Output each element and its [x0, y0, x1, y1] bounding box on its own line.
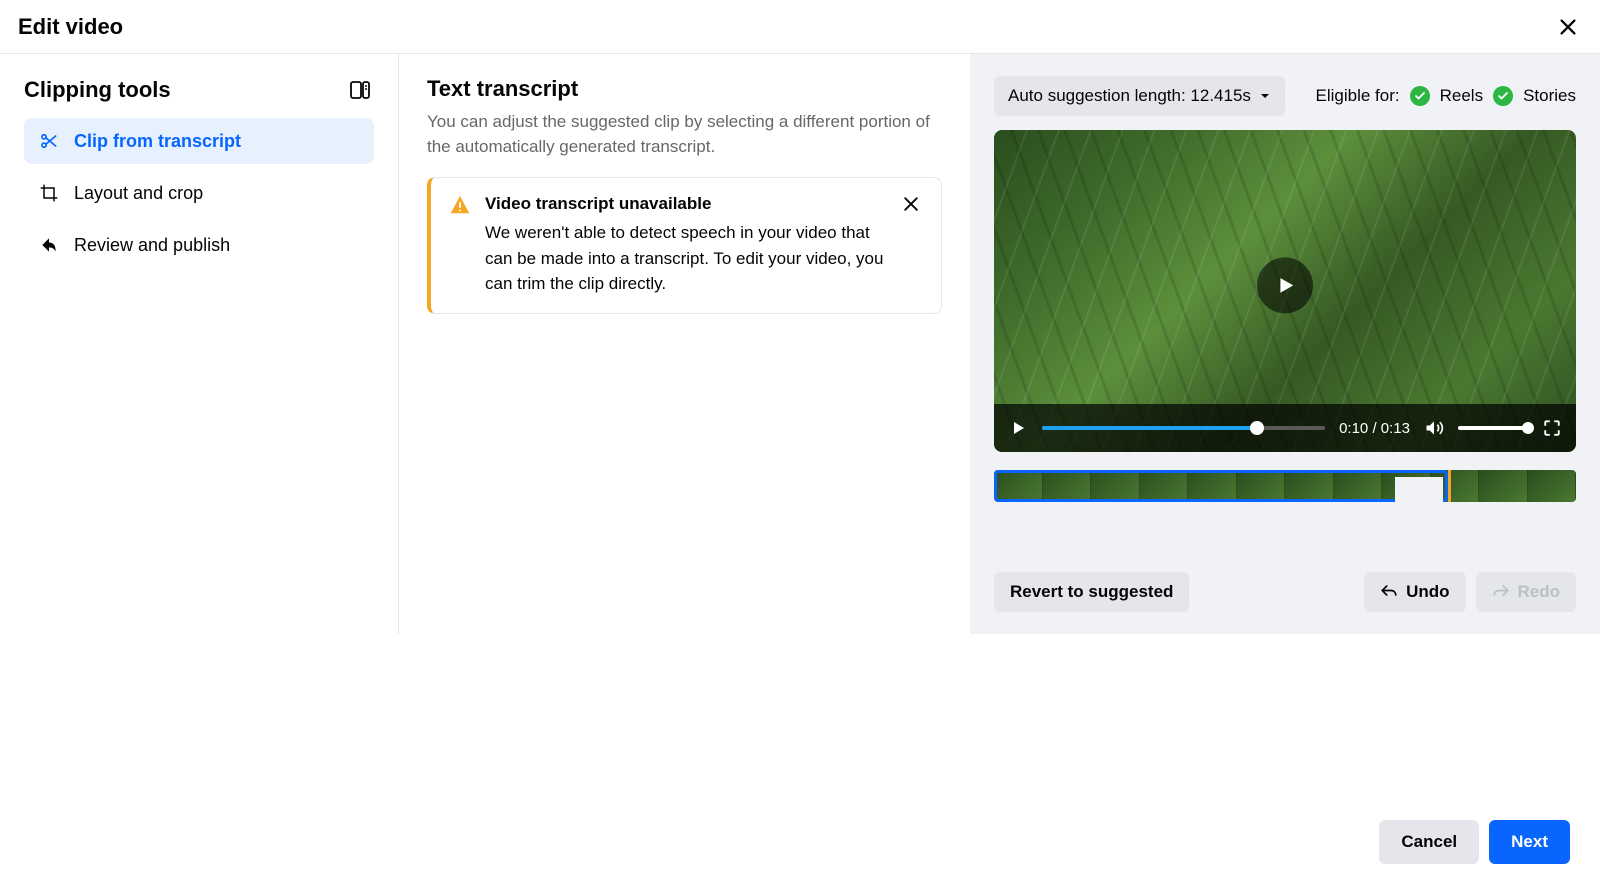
volume-button[interactable]: [1424, 418, 1444, 438]
sidebar-title: Clipping tools: [24, 77, 171, 103]
close-button[interactable]: [1554, 13, 1582, 41]
alert-body: Video transcript unavailable We weren't …: [485, 194, 887, 297]
video-controls: 0:10 / 0:13: [994, 404, 1576, 452]
sidebar-item-label: Layout and crop: [74, 183, 203, 204]
share-icon: [38, 234, 60, 256]
transcript-title: Text transcript: [427, 76, 942, 102]
transcript-subtitle: You can adjust the suggested clip by sel…: [427, 110, 942, 159]
redo-button[interactable]: Redo: [1476, 572, 1577, 612]
sidebar-item-label: Review and publish: [74, 235, 230, 256]
alert-text: We weren't able to detect speech in your…: [485, 220, 887, 297]
scissors-icon: [38, 130, 60, 152]
check-icon: [1410, 86, 1430, 106]
sidebar-item-label: Clip from transcript: [74, 131, 241, 152]
progress-fill: [1042, 426, 1257, 430]
progress-thumb[interactable]: [1250, 421, 1264, 435]
suggestion-length-dropdown[interactable]: Auto suggestion length: 12.415s: [994, 76, 1285, 116]
suggestion-length-label: Auto suggestion length: 12.415s: [1008, 86, 1251, 106]
preview-header: Auto suggestion length: 12.415s Eligible…: [994, 76, 1576, 116]
time-display: 0:10 / 0:13: [1339, 420, 1410, 437]
next-button[interactable]: Next: [1489, 820, 1570, 864]
sidebar-item-clip-from-transcript[interactable]: Clip from transcript: [24, 118, 374, 164]
close-icon: [1557, 16, 1579, 38]
chevron-down-icon: [1259, 90, 1271, 102]
panel-icon: [348, 78, 372, 102]
footer-actions: Cancel Next: [1379, 820, 1570, 864]
cancel-button[interactable]: Cancel: [1379, 820, 1479, 864]
sidebar-item-review-and-publish[interactable]: Review and publish: [24, 222, 374, 268]
playhead[interactable]: [1448, 470, 1451, 502]
selection-range[interactable]: [994, 470, 1448, 502]
video-preview: 0:10 / 0:13: [994, 130, 1576, 452]
transcript-panel: Text transcript You can adjust the sugge…: [399, 54, 970, 634]
fullscreen-icon: [1543, 419, 1561, 437]
timeline[interactable]: [994, 470, 1576, 502]
preview-panel: Auto suggestion length: 12.415s Eligible…: [970, 54, 1600, 634]
time-total: 0:13: [1381, 420, 1410, 437]
sidebar: Clipping tools Clip from transcript Layo…: [0, 54, 398, 634]
eligible-stories: Stories: [1523, 86, 1576, 106]
play-small-button[interactable]: [1008, 418, 1028, 438]
redo-icon: [1492, 583, 1510, 601]
sidebar-item-layout-and-crop[interactable]: Layout and crop: [24, 170, 374, 216]
volume-slider[interactable]: [1458, 426, 1528, 430]
eligible-reels: Reels: [1440, 86, 1483, 106]
progress-bar[interactable]: [1042, 426, 1325, 430]
time-current: 0:10: [1339, 420, 1368, 437]
page-title: Edit video: [18, 14, 123, 40]
volume-thumb[interactable]: [1522, 422, 1534, 434]
close-icon: [901, 194, 921, 214]
undo-redo-group: Undo Redo: [1364, 572, 1576, 612]
play-button[interactable]: [1257, 257, 1313, 313]
revert-button[interactable]: Revert to suggested: [994, 572, 1189, 612]
sidebar-nav: Clip from transcript Layout and crop Rev…: [24, 118, 374, 268]
alert-close-button[interactable]: [901, 194, 925, 218]
undo-icon: [1380, 583, 1398, 601]
preview-actions: Revert to suggested Undo Redo: [994, 552, 1576, 612]
alert-title: Video transcript unavailable: [485, 194, 887, 214]
alert-box: Video transcript unavailable We weren't …: [427, 177, 942, 314]
volume-icon: [1424, 418, 1444, 438]
sidebar-header: Clipping tools: [24, 76, 374, 104]
play-icon: [1274, 274, 1296, 296]
selection-handle-right[interactable]: [1395, 477, 1443, 502]
topbar: Edit video: [0, 0, 1600, 54]
selection-handle-left[interactable]: [999, 477, 1047, 502]
undo-button[interactable]: Undo: [1364, 572, 1465, 612]
main-content: Clipping tools Clip from transcript Layo…: [0, 54, 1600, 634]
crop-icon: [38, 182, 60, 204]
warning-icon: [449, 194, 471, 216]
eligible-for: Eligible for: Reels Stories: [1316, 86, 1577, 106]
play-icon: [1010, 420, 1026, 436]
panel-toggle-button[interactable]: [346, 76, 374, 104]
fullscreen-button[interactable]: [1542, 418, 1562, 438]
check-icon: [1493, 86, 1513, 106]
eligible-label: Eligible for:: [1316, 86, 1400, 106]
